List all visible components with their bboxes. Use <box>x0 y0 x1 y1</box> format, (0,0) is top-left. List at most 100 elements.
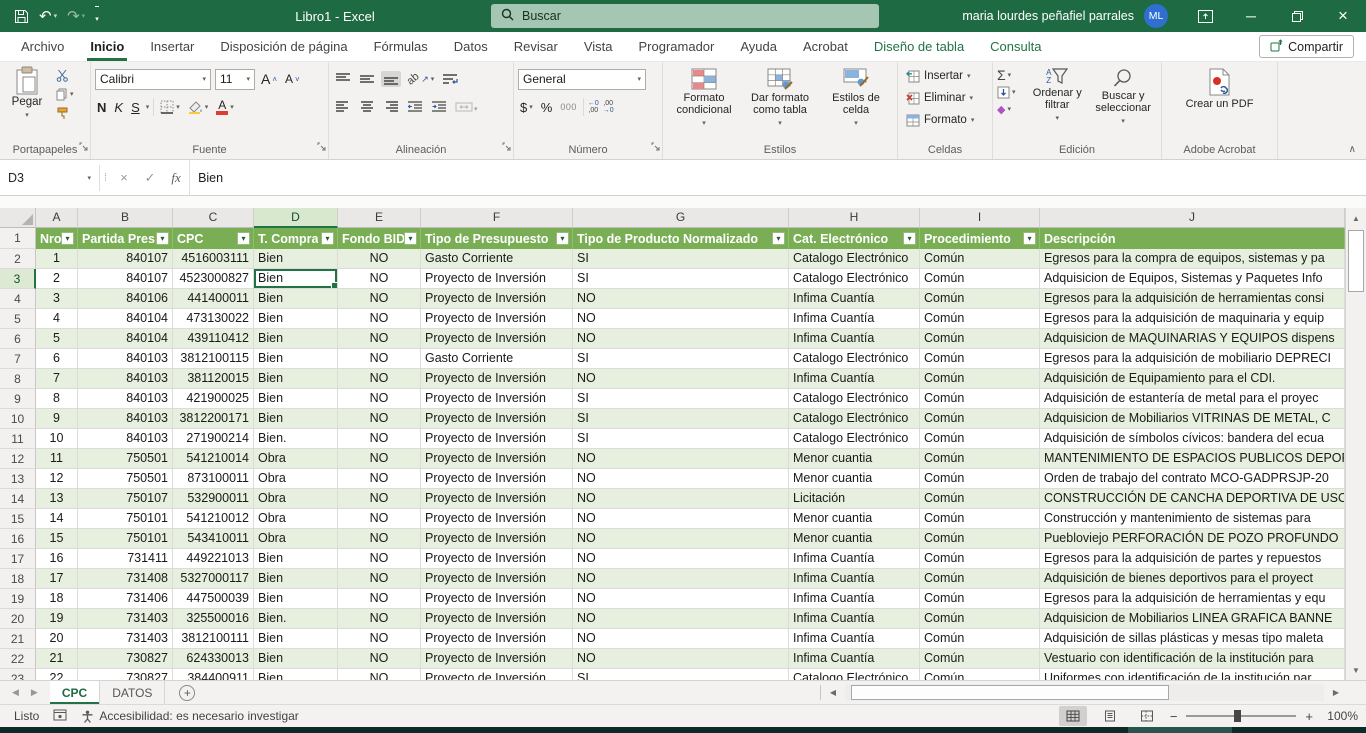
cell-I7[interactable]: Común <box>920 349 1040 369</box>
cell-D10[interactable]: Bien <box>254 409 338 429</box>
cell-H15[interactable]: Menor cuantia <box>789 509 920 529</box>
increase-indent-icon[interactable] <box>429 99 449 115</box>
cell-B15[interactable]: 750101 <box>78 509 173 529</box>
cell-H11[interactable]: Catalogo Electrónico <box>789 429 920 449</box>
cell-C20[interactable]: 325500016 <box>173 609 254 629</box>
row-header-12[interactable]: 12 <box>0 449 36 469</box>
vertical-scrollbar[interactable]: ▲ ▼ <box>1345 208 1366 680</box>
cell-E5[interactable]: NO <box>338 309 421 329</box>
cell-E2[interactable]: NO <box>338 249 421 269</box>
cell-H3[interactable]: Catalogo Electrónico <box>789 269 920 289</box>
cell-E6[interactable]: NO <box>338 329 421 349</box>
cell-D22[interactable]: Bien <box>254 649 338 669</box>
cell-A6[interactable]: 5 <box>36 329 78 349</box>
formula-input[interactable]: Bien <box>189 160 1366 195</box>
zoom-in-button[interactable]: + <box>1305 709 1313 724</box>
cell-E12[interactable]: NO <box>338 449 421 469</box>
cell-F21[interactable]: Proyecto de Inversión <box>421 629 573 649</box>
cell-B19[interactable]: 731406 <box>78 589 173 609</box>
cell-A8[interactable]: 7 <box>36 369 78 389</box>
horizontal-scroll-track[interactable] <box>845 684 1324 701</box>
cell-H4[interactable]: Infima Cuantía <box>789 289 920 309</box>
cell-B20[interactable]: 731403 <box>78 609 173 629</box>
cell-E10[interactable]: NO <box>338 409 421 429</box>
cell-G15[interactable]: NO <box>573 509 789 529</box>
header-cell-procedimiento[interactable]: Procedimiento▾ <box>920 228 1040 249</box>
cell-G2[interactable]: SI <box>573 249 789 269</box>
cell-H21[interactable]: Infima Cuantía <box>789 629 920 649</box>
cell-J2[interactable]: Egresos para la compra de equipos, siste… <box>1040 249 1345 269</box>
cell-H22[interactable]: Infima Cuantía <box>789 649 920 669</box>
cell-C7[interactable]: 3812100115 <box>173 349 254 369</box>
delete-cells-button[interactable]: Eliminar ▾ <box>906 88 988 108</box>
cell-G11[interactable]: SI <box>573 429 789 449</box>
cell-H13[interactable]: Menor cuantia <box>789 469 920 489</box>
cell-F8[interactable]: Proyecto de Inversión <box>421 369 573 389</box>
cell-G17[interactable]: NO <box>573 549 789 569</box>
decrease-decimal-icon[interactable]: ,00→0 <box>603 100 614 114</box>
cell-A2[interactable]: 1 <box>36 249 78 269</box>
row-header-19[interactable]: 19 <box>0 589 36 609</box>
cell-J19[interactable]: Egresos para la adquisición de herramien… <box>1040 589 1345 609</box>
collapse-ribbon-button[interactable]: ∧ <box>1349 144 1356 155</box>
tab-f-rmulas[interactable]: Fórmulas <box>361 32 441 61</box>
insert-function-icon[interactable]: fx <box>163 170 189 186</box>
cell-D8[interactable]: Bien <box>254 369 338 389</box>
cell-G7[interactable]: SI <box>573 349 789 369</box>
row-header-23[interactable]: 23 <box>0 669 36 680</box>
cell-J14[interactable]: CONSTRUCCIÓN DE CANCHA DEPORTIVA DE USO … <box>1040 489 1345 509</box>
cell-J18[interactable]: Adquisición de bienes deportivos para el… <box>1040 569 1345 589</box>
cell-I18[interactable]: Común <box>920 569 1040 589</box>
cell-E14[interactable]: NO <box>338 489 421 509</box>
cell-F12[interactable]: Proyecto de Inversión <box>421 449 573 469</box>
number-format-select[interactable]: General▾ <box>518 69 646 90</box>
cell-H5[interactable]: Infima Cuantía <box>789 309 920 329</box>
cell-B14[interactable]: 750107 <box>78 489 173 509</box>
cell-C18[interactable]: 5327000117 <box>173 569 254 589</box>
cell-F11[interactable]: Proyecto de Inversión <box>421 429 573 449</box>
cell-F2[interactable]: Gasto Corriente <box>421 249 573 269</box>
cell-H6[interactable]: Infima Cuantía <box>789 329 920 349</box>
redo-button[interactable]: ↷▾ <box>67 7 85 25</box>
format-cells-button[interactable]: Formato ▾ <box>906 110 988 130</box>
cell-E13[interactable]: NO <box>338 469 421 489</box>
cell-G8[interactable]: NO <box>573 369 789 389</box>
row-header-10[interactable]: 10 <box>0 409 36 429</box>
cell-C5[interactable]: 473130022 <box>173 309 254 329</box>
zoom-level[interactable]: 100% <box>1322 709 1358 723</box>
cell-E22[interactable]: NO <box>338 649 421 669</box>
select-all-corner[interactable] <box>0 208 36 228</box>
tab-archivo[interactable]: Archivo <box>8 32 77 61</box>
cell-I23[interactable]: Común <box>920 669 1040 680</box>
page-layout-view-button[interactable] <box>1096 706 1124 726</box>
cell-C14[interactable]: 532900011 <box>173 489 254 509</box>
cell-G5[interactable]: NO <box>573 309 789 329</box>
cell-A14[interactable]: 13 <box>36 489 78 509</box>
cell-A4[interactable]: 3 <box>36 289 78 309</box>
cell-A19[interactable]: 18 <box>36 589 78 609</box>
cell-F4[interactable]: Proyecto de Inversión <box>421 289 573 309</box>
cell-D9[interactable]: Bien <box>254 389 338 409</box>
merge-center-icon[interactable]: ▾ <box>453 99 480 115</box>
filter-icon[interactable]: ▾ <box>1023 232 1036 245</box>
cell-G21[interactable]: NO <box>573 629 789 649</box>
create-pdf-button[interactable]: Crear un PDF <box>1185 66 1255 138</box>
borders-icon[interactable]: ▾ <box>158 100 182 114</box>
underline-button[interactable]: S <box>129 100 142 115</box>
tab-datos[interactable]: Datos <box>441 32 501 61</box>
cell-H17[interactable]: Infima Cuantía <box>789 549 920 569</box>
cell-E11[interactable]: NO <box>338 429 421 449</box>
cell-J6[interactable]: Adquisicion de MAQUINARIAS Y EQUIPOS dis… <box>1040 329 1345 349</box>
sheet-nav-right-icon[interactable]: ▶ <box>31 687 38 698</box>
cell-A15[interactable]: 14 <box>36 509 78 529</box>
macro-record-icon[interactable] <box>53 709 67 724</box>
row-header-21[interactable]: 21 <box>0 629 36 649</box>
cell-E8[interactable]: NO <box>338 369 421 389</box>
cell-styles-button[interactable]: Estilos de celda ▾ <box>819 66 893 138</box>
cell-D17[interactable]: Bien <box>254 549 338 569</box>
cell-C11[interactable]: 271900214 <box>173 429 254 449</box>
cell-D16[interactable]: Obra <box>254 529 338 549</box>
cell-C17[interactable]: 449221013 <box>173 549 254 569</box>
cell-B16[interactable]: 750101 <box>78 529 173 549</box>
bold-button[interactable]: N <box>95 100 108 115</box>
